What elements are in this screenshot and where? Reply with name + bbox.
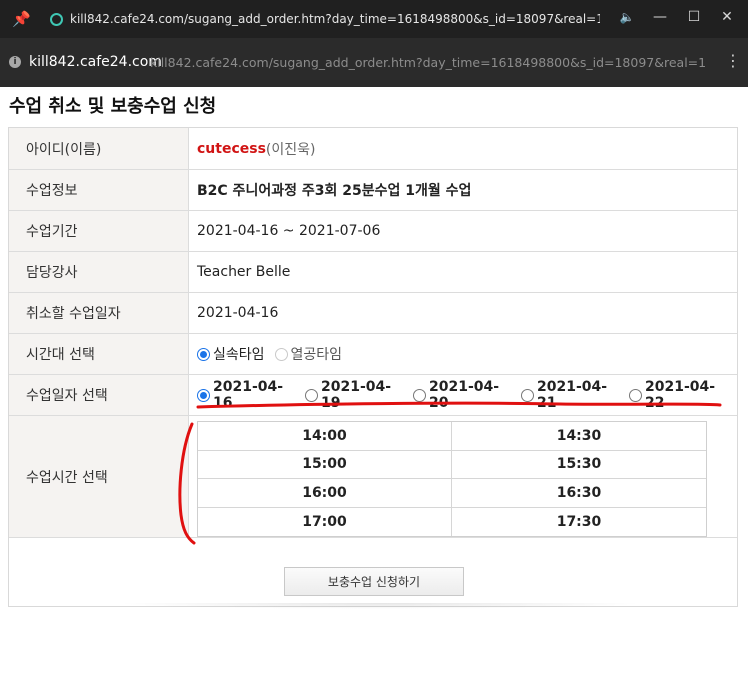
date-radio-3[interactable] [413, 388, 426, 402]
minimize-button[interactable]: — [650, 7, 670, 27]
user-value: cutecess (이진욱) [189, 128, 737, 169]
date-option-4[interactable]: 2021-04-21 [521, 379, 623, 411]
more-menu-icon[interactable]: ⋮ [725, 52, 741, 70]
teacher-label: 담당강사 [9, 252, 189, 292]
page-title: 수업 취소 및 보충수업 신청 [9, 96, 217, 117]
row-times: 수업시간 선택 14:00 14:30 15:00 15:30 16:00 16… [9, 416, 737, 538]
row-period: 수업기간 2021-04-16 ~ 2021-07-06 [9, 211, 737, 252]
timezone-label: 시간대 선택 [9, 334, 189, 374]
close-button[interactable]: ✕ [717, 7, 737, 27]
timezone-options: 실속타임 열공타임 [189, 334, 737, 374]
date-options: 2021-04-16 2021-04-19 2021-04-20 2021-04… [189, 375, 737, 415]
user-id: cutecess [197, 140, 266, 157]
period-value: 2021-04-16 ~ 2021-07-06 [197, 223, 381, 239]
address-bar[interactable]: i kill842.cafe24.com kill842.cafe24.com/… [0, 38, 748, 87]
course-value: B2C 주니어과정 주3회 25분수업 1개월 수업 [197, 183, 472, 199]
times-label: 수업시간 선택 [9, 416, 189, 537]
date-radio-5[interactable] [629, 388, 642, 402]
timezone-option-1[interactable]: 실속타임 [197, 344, 265, 364]
cancel-date-value: 2021-04-16 [197, 305, 279, 321]
pin-icon[interactable]: 📌 [12, 10, 31, 28]
timezone-option-2[interactable]: 열공타임 [274, 344, 342, 364]
row-dates: 수업일자 선택 2021-04-16 2021-04-19 2021-04-20… [9, 375, 737, 416]
user-label: 아이디(이름) [9, 128, 189, 169]
window-titlebar: 📌 kill842.cafe24.com/sugang_add_order.ht… [0, 0, 748, 38]
row-cancel-date: 취소할 수업일자 2021-04-16 [9, 293, 737, 334]
time-slot[interactable]: 15:00 [198, 450, 452, 479]
media-icon[interactable]: 🔈 [617, 7, 637, 27]
url-full: kill842.cafe24.com/sugang_add_order.htm?… [150, 55, 705, 70]
date-option-3[interactable]: 2021-04-20 [413, 379, 515, 411]
timezone-radio-2[interactable] [274, 347, 288, 361]
time-slot-grid: 14:00 14:30 15:00 15:30 16:00 16:30 17:0… [197, 421, 707, 537]
cancel-date-label: 취소할 수업일자 [9, 293, 189, 333]
time-slot[interactable]: 16:00 [198, 479, 452, 508]
date-radio-1[interactable] [197, 388, 210, 402]
time-slot[interactable]: 17:30 [452, 508, 706, 537]
date-radio-2[interactable] [305, 388, 318, 402]
time-slots-cell: 14:00 14:30 15:00 15:30 16:00 16:30 17:0… [189, 416, 737, 537]
maximize-button[interactable]: ☐ [684, 7, 704, 27]
row-user: 아이디(이름) cutecess (이진욱) [9, 128, 737, 170]
submit-makeup-button[interactable]: 보충수업 신청하기 [284, 567, 464, 596]
period-label: 수업기간 [9, 211, 189, 251]
row-course: 수업정보 B2C 주니어과정 주3회 25분수업 1개월 수업 [9, 170, 737, 211]
date-radio-4[interactable] [521, 388, 534, 402]
date-option-2[interactable]: 2021-04-19 [305, 379, 407, 411]
time-slot[interactable]: 15:30 [452, 451, 706, 479]
user-name: (이진욱) [265, 141, 316, 158]
makeup-form: 아이디(이름) cutecess (이진욱) 수업정보 B2C 주니어과정 주3회… [8, 127, 738, 607]
timezone-radio-1[interactable] [197, 347, 210, 361]
url-host: kill842.cafe24.com [29, 54, 162, 70]
date-option-1[interactable]: 2021-04-16 [197, 379, 299, 411]
time-slot[interactable]: 14:00 [198, 422, 452, 451]
time-slot[interactable]: 17:00 [198, 507, 452, 536]
teacher-value: Teacher Belle [197, 264, 291, 280]
dates-label: 수업일자 선택 [9, 375, 189, 415]
row-teacher: 담당강사 Teacher Belle [9, 252, 737, 293]
info-icon[interactable]: i [9, 56, 21, 68]
form-shadow [115, 603, 645, 609]
window-title: kill842.cafe24.com/sugang_add_order.htm?… [70, 12, 600, 26]
site-status-icon [50, 13, 63, 26]
time-slot[interactable]: 16:30 [452, 479, 706, 508]
row-timezone: 시간대 선택 실속타임 열공타임 [9, 334, 737, 375]
course-label: 수업정보 [9, 170, 189, 210]
date-option-5[interactable]: 2021-04-22 [629, 379, 731, 411]
time-slot[interactable]: 14:30 [452, 422, 706, 451]
